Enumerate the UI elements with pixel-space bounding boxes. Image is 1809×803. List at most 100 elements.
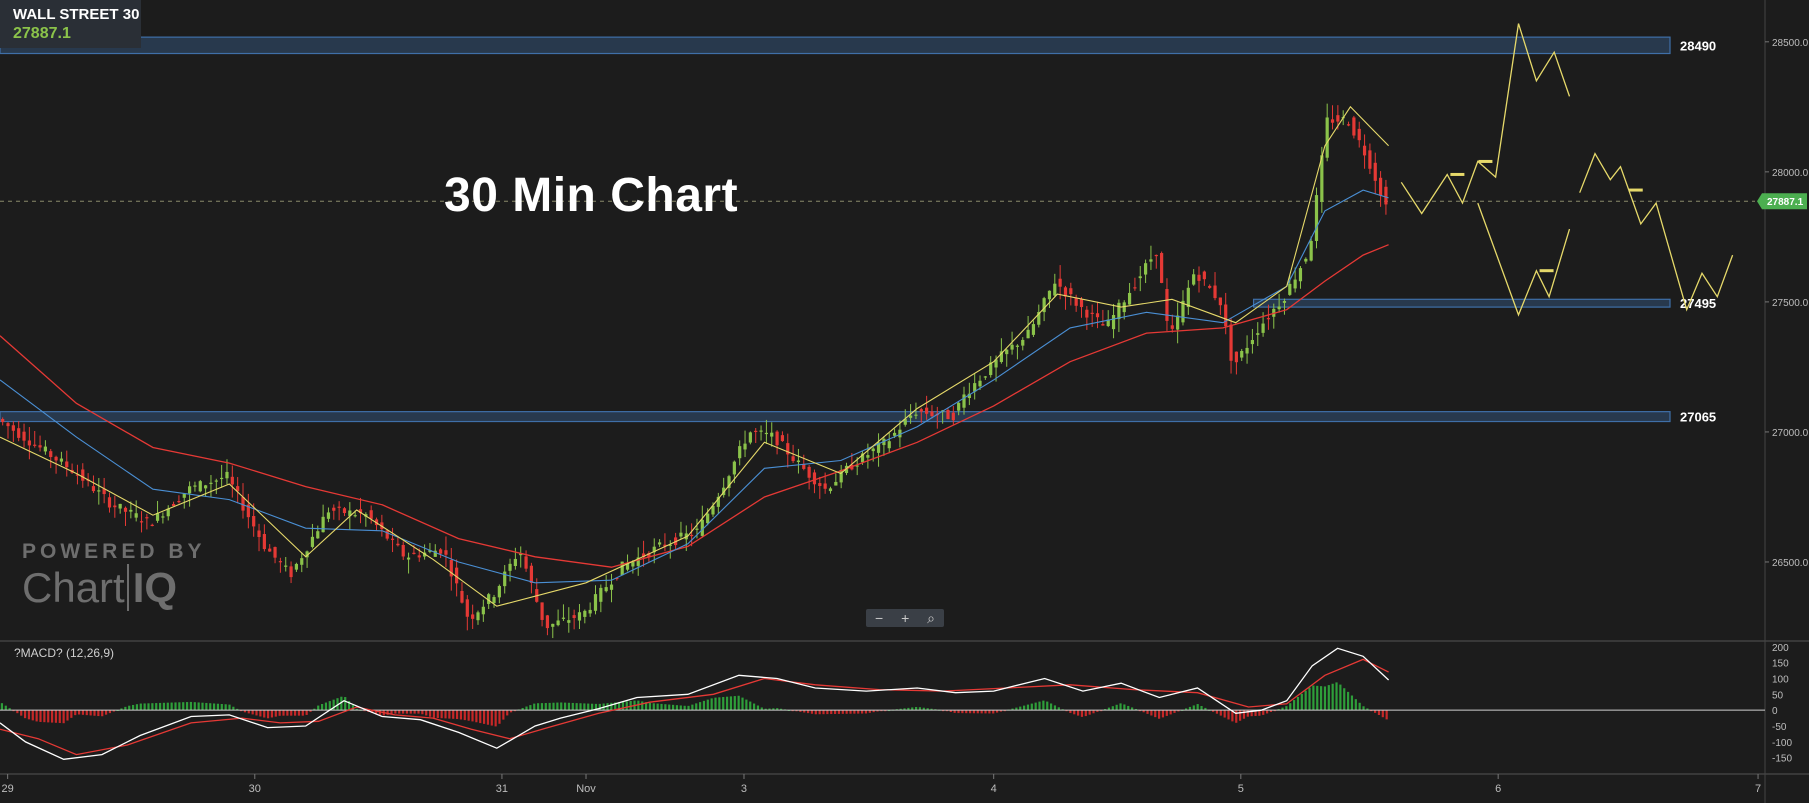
- macd-bar-221: [853, 710, 856, 714]
- macd-bar-300: [1157, 710, 1161, 719]
- candle-228: [1218, 297, 1222, 306]
- macd-bar-42: [162, 702, 166, 711]
- candle-30: [161, 516, 165, 518]
- macd-bar-173: [668, 704, 671, 711]
- candle-42: [225, 471, 229, 479]
- candle-61: [326, 512, 331, 519]
- macd-bar-338: [1304, 690, 1307, 711]
- macd-bar-292: [1127, 705, 1130, 711]
- macd-bar-178: [687, 705, 690, 711]
- logo-chart: Chart: [22, 564, 125, 611]
- zoom-out-button[interactable]: −: [875, 610, 883, 626]
- candle-155: [828, 488, 833, 492]
- macd-bar-8: [31, 710, 34, 721]
- macd-bar-75: [290, 710, 293, 716]
- candle-11: [59, 458, 64, 462]
- candle-35: [187, 486, 192, 494]
- candle-12: [65, 461, 69, 468]
- macd-bar-289: [1115, 704, 1118, 711]
- candle-104: [556, 620, 560, 626]
- macd-bar-34: [131, 704, 135, 711]
- candle-18: [97, 490, 101, 492]
- macd-bar-55: [212, 703, 216, 711]
- macd-bar-181: [698, 702, 702, 711]
- candle-89: [476, 612, 480, 621]
- macd-bar-138: [533, 703, 536, 711]
- candle-254: [1357, 128, 1361, 141]
- candle-95: [508, 563, 512, 571]
- candle-216: [1154, 254, 1158, 257]
- macd-bar-136: [525, 706, 528, 711]
- zone-label-0: 28490: [1680, 38, 1716, 53]
- macd-bar-82: [317, 705, 320, 711]
- macd-bar-137: [529, 705, 532, 711]
- macd-bar-145: [560, 702, 563, 711]
- candle-202: [1079, 299, 1084, 308]
- macd-bar-104: [401, 710, 405, 714]
- candle-233: [1245, 347, 1249, 354]
- macd-y-tick-6: -100: [1772, 738, 1792, 749]
- macd-bar-351: [1354, 699, 1357, 711]
- candle-225: [1202, 271, 1206, 280]
- macd-bar-33: [128, 705, 131, 711]
- x-tick-label-5: 4: [991, 783, 997, 795]
- price-chart[interactable]: 28490274952706528500.028000.027500.02700…: [0, 0, 1809, 803]
- macd-bar-11: [43, 710, 46, 723]
- macd-bar-24: [93, 710, 96, 716]
- macd-bar-37: [143, 703, 146, 711]
- macd-bar-5: [20, 710, 23, 716]
- candle-172: [919, 409, 923, 412]
- candle-48: [257, 530, 261, 538]
- zoom-in-button[interactable]: +: [901, 610, 909, 626]
- macd-bar-290: [1119, 703, 1122, 711]
- macd-bar-107: [413, 710, 416, 714]
- macd-bar-47: [182, 702, 185, 711]
- candle-24: [129, 509, 133, 512]
- macd-bar-264: [1019, 706, 1022, 711]
- macd-bar-79: [305, 710, 308, 715]
- macd-y-tick-7: -150: [1772, 754, 1792, 765]
- macd-bar-122: [471, 710, 474, 722]
- candle-5: [27, 440, 31, 446]
- macd-bar-60: [232, 706, 235, 711]
- macd-bar-220: [849, 710, 852, 714]
- macd-bar-117: [452, 710, 455, 719]
- macd-bar-334: [1289, 703, 1292, 711]
- zoom-reset-icon[interactable]: ⌕: [927, 610, 935, 627]
- candle-241: [1288, 283, 1292, 295]
- symbol-box: WALL STREET 30 27887.1: [0, 0, 141, 48]
- candle-143: [764, 432, 768, 435]
- macd-bar-219: [845, 710, 848, 714]
- candle-220: [1176, 315, 1180, 330]
- candle-77: [412, 552, 416, 554]
- chart-root[interactable]: 28490 27495 27065 28500.0 28000.0 27500.0 2700…: [0, 0, 1809, 803]
- powered-by-watermark: POWERED BY Chart IQ: [22, 540, 206, 611]
- macd-bar-0: [0, 703, 4, 711]
- candle-149: [796, 460, 801, 463]
- candle-17: [91, 486, 96, 492]
- macd-bar-89: [344, 697, 347, 711]
- candle-226: [1208, 285, 1212, 288]
- candle-231: [1234, 351, 1238, 363]
- macd-bar-49: [189, 701, 193, 711]
- candle-166: [887, 441, 891, 449]
- candle-258: [1378, 177, 1383, 196]
- candle-96: [513, 558, 517, 567]
- macd-bar-193: [745, 699, 748, 711]
- candle-82: [439, 549, 443, 554]
- macd-bar-45: [174, 702, 177, 711]
- macd-bar-170: [656, 703, 659, 711]
- macd-bar-189: [729, 696, 733, 711]
- candle-224: [1197, 274, 1201, 281]
- macd-bar-168: [648, 702, 652, 711]
- candle-229: [1224, 304, 1228, 327]
- macd-bar-161: [621, 701, 625, 711]
- macd-bar-346: [1335, 682, 1338, 711]
- candle-179: [957, 402, 961, 411]
- candle-248: [1325, 117, 1329, 158]
- logo-iq: IQ: [126, 564, 178, 611]
- candle-39: [209, 482, 213, 484]
- candle-75: [401, 544, 405, 557]
- candle-58: [310, 536, 315, 547]
- macd-bar-327: [1262, 710, 1265, 715]
